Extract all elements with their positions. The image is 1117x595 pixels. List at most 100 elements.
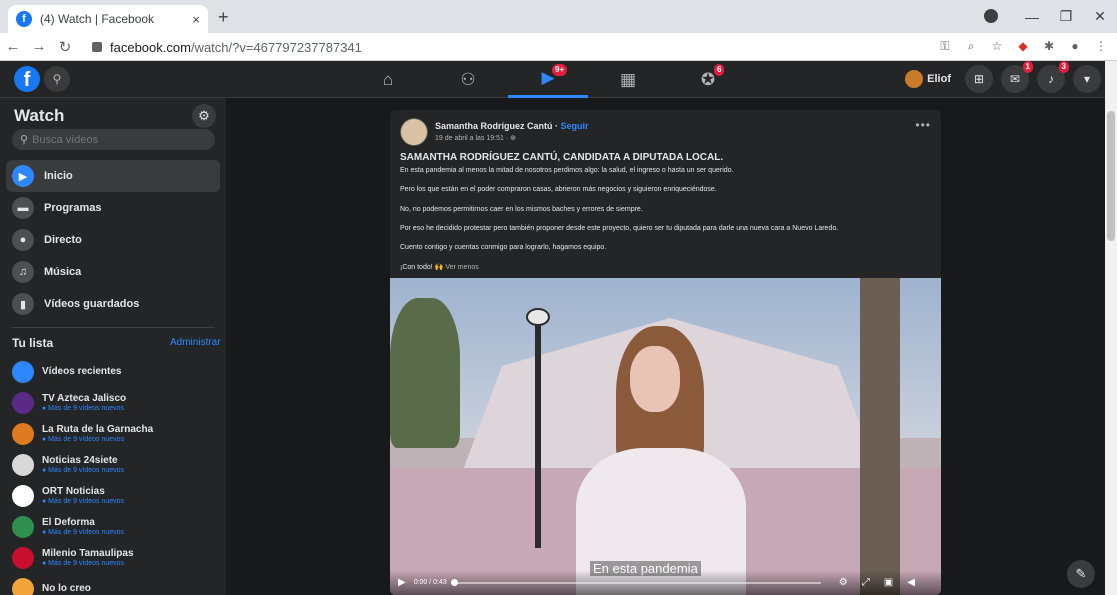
play-icon[interactable]: ▶ [398, 577, 406, 588]
url-text[interactable]: facebook.com/watch/?v=467797237787341 [110, 40, 362, 55]
list-item-status: ● Más de 9 vídeos nuevos [42, 529, 125, 536]
list-item-name: La Ruta de la Garnacha [42, 424, 154, 435]
video-progress-bar[interactable] [450, 578, 821, 586]
list-item[interactable]: Milenio Tamaulipas ● Más de 9 vídeos nuev… [12, 542, 218, 573]
facebook-favicon-icon: f [16, 11, 32, 27]
menu-grid-button[interactable]: ⊞ [965, 65, 993, 93]
reload-icon[interactable]: ↻ [52, 38, 78, 56]
close-window-button[interactable]: ✕ [1083, 8, 1117, 25]
nav-friends[interactable]: ⚇ [428, 61, 508, 98]
notifications-badge: 3 [1058, 61, 1069, 73]
groups-icon: ✪ [700, 69, 716, 89]
account-icon[interactable]: ● [1067, 38, 1083, 54]
live-icon: ● [12, 229, 34, 251]
sidebar-item-videos-guardados[interactable]: ▮ Vídeos guardados [6, 288, 220, 320]
settings-gear-icon[interactable]: ⚙ [839, 577, 848, 588]
lock-icon[interactable] [92, 42, 102, 52]
post-author[interactable]: Samantha Rodríguez Cantú · Seguir [435, 121, 589, 131]
browser-profile-icon[interactable] [984, 9, 998, 23]
post-paragraph: Cuento contigo y cuentas conmigo para lo… [400, 244, 607, 251]
expand-icon[interactable]: ⤢ [862, 577, 870, 588]
nav-home[interactable]: ⌂ [348, 61, 428, 98]
extension-red-icon[interactable]: ◆ [1015, 38, 1031, 54]
watch-sidebar: Watch ⚙ ⚲ ▶ Inicio ▬ Programas ● Directo… [0, 98, 226, 595]
search-icon: ⚲ [20, 134, 29, 146]
sidebar-item-musica[interactable]: ♫ Música [6, 256, 220, 288]
list-item-status: ● Más de 9 vídeos nuevos [42, 498, 125, 505]
tab-close-icon[interactable]: × [192, 12, 200, 27]
scrollbar-thumb[interactable] [1107, 111, 1115, 241]
url-bar[interactable]: facebook.com/watch/?v=467797237787341 [92, 36, 932, 58]
see-less-link[interactable]: Ver menos [445, 264, 478, 271]
avatar [905, 70, 924, 88]
follow-link[interactable]: Seguir [561, 121, 589, 131]
nav-marketplace[interactable]: ▦ [588, 61, 668, 98]
list-item[interactable]: Noticias 24siete ● Más de 9 vídeos nuevos [12, 449, 218, 480]
post-date[interactable]: 19 de abril a las 19:51 · ⊕ [435, 134, 516, 142]
video-frame-trunk [860, 278, 900, 595]
sidebar-item-directo[interactable]: ● Directo [6, 224, 220, 256]
manage-link[interactable]: Administrar [170, 337, 221, 348]
page-scrollbar[interactable] [1105, 61, 1117, 595]
notifications-button[interactable]: ♪ 3 [1037, 61, 1069, 93]
nav-watch[interactable]: ▶ 9+ [508, 61, 588, 98]
sidebar-item-programas[interactable]: ▬ Programas [6, 192, 220, 224]
list-item[interactable]: Vídeos recientes [12, 356, 218, 387]
progress-knob[interactable] [450, 578, 458, 586]
sidebar-item-inicio[interactable]: ▶ Inicio [6, 160, 220, 192]
list-item-status: ● Más de 9 vídeos nuevos [42, 467, 125, 474]
puzzle-icon[interactable]: ✱ [1041, 38, 1057, 54]
avatar [12, 546, 34, 569]
list-item-name: Noticias 24siete [42, 455, 118, 466]
list-item-name: El Deforma [42, 517, 95, 528]
picture-in-picture-icon[interactable]: ▣ [884, 577, 893, 588]
more-options-icon[interactable]: ••• [915, 118, 931, 132]
video-search[interactable]: ⚲ [12, 129, 215, 150]
new-tab-button[interactable]: + [218, 7, 229, 28]
avatar [12, 577, 34, 595]
forward-icon[interactable]: → [26, 38, 52, 55]
shows-icon: ▬ [12, 197, 34, 219]
list-item-status: ● Más de 9 vídeos nuevos [42, 560, 125, 567]
avatar[interactable] [400, 118, 428, 146]
chrome-menu-icon[interactable]: ⋮ [1093, 38, 1109, 54]
list-item[interactable]: ORT Noticias ● Más de 9 vídeos nuevos [12, 480, 218, 511]
address-bar-row: ← → ↻ facebook.com/watch/?v=467797237787… [0, 33, 1117, 61]
list-item[interactable]: No lo creo [12, 573, 218, 595]
search-icon[interactable]: ⚲ [44, 66, 70, 92]
account-menu-button[interactable]: ▾ [1073, 65, 1101, 93]
key-icon[interactable]: ⚿ [937, 38, 953, 54]
list-item[interactable]: La Ruta de la Garnacha ● Más de 9 vídeos … [12, 418, 218, 449]
video-post: Samantha Rodríguez Cantú · Seguir 19 de … [390, 110, 941, 595]
list-item[interactable]: El Deforma ● Más de 9 vídeos nuevos [12, 511, 218, 542]
maximize-button[interactable]: ❐ [1049, 8, 1083, 25]
sidebar-item-label: Directo [44, 234, 82, 246]
search-input[interactable] [32, 133, 203, 146]
play-icon: ▶ [12, 165, 34, 187]
facebook-logo-icon[interactable]: f [14, 66, 40, 92]
nav-groups[interactable]: ✪ 6 [668, 61, 748, 98]
back-icon[interactable]: ← [0, 38, 26, 55]
browser-tab[interactable]: f (4) Watch | Facebook × [8, 5, 208, 33]
list-item[interactable]: TV Azteca Jalisco ● Más de 9 vídeos nuevo… [12, 387, 218, 418]
post-paragraph: En esta pandemia al menos la mitad de no… [400, 167, 734, 174]
zoom-icon[interactable]: ⌕ [963, 38, 979, 54]
post-paragraph: Por eso he decidido protestar pero tambi… [400, 225, 839, 232]
avatar [12, 391, 34, 414]
list-item-name: Milenio Tamaulipas [42, 548, 134, 559]
messenger-button[interactable]: ✉ 1 [1001, 61, 1033, 93]
volume-icon[interactable]: ◀ [907, 577, 915, 588]
profile-button[interactable]: Eliof [903, 65, 957, 93]
new-message-button[interactable]: ✎ [1067, 560, 1095, 588]
list-item-name: ORT Noticias [42, 486, 105, 497]
avatar [12, 422, 34, 445]
list-item-name: No lo creo [42, 583, 91, 594]
profile-name: Eliof [927, 73, 951, 85]
browser-tab-strip: f (4) Watch | Facebook × + — ❐ ✕ [0, 0, 1117, 33]
avatar [12, 360, 34, 383]
sidebar-menu: ▶ Inicio ▬ Programas ● Directo ♫ Música … [6, 160, 220, 320]
settings-gear-icon[interactable]: ⚙ [192, 104, 216, 128]
video-player[interactable]: En esta pandemia ▶ 0:00 / 0:43 ⚙ ⤢ ▣ ◀ [390, 278, 941, 595]
minimize-button[interactable]: — [1015, 9, 1049, 25]
star-icon[interactable]: ☆ [989, 38, 1005, 54]
